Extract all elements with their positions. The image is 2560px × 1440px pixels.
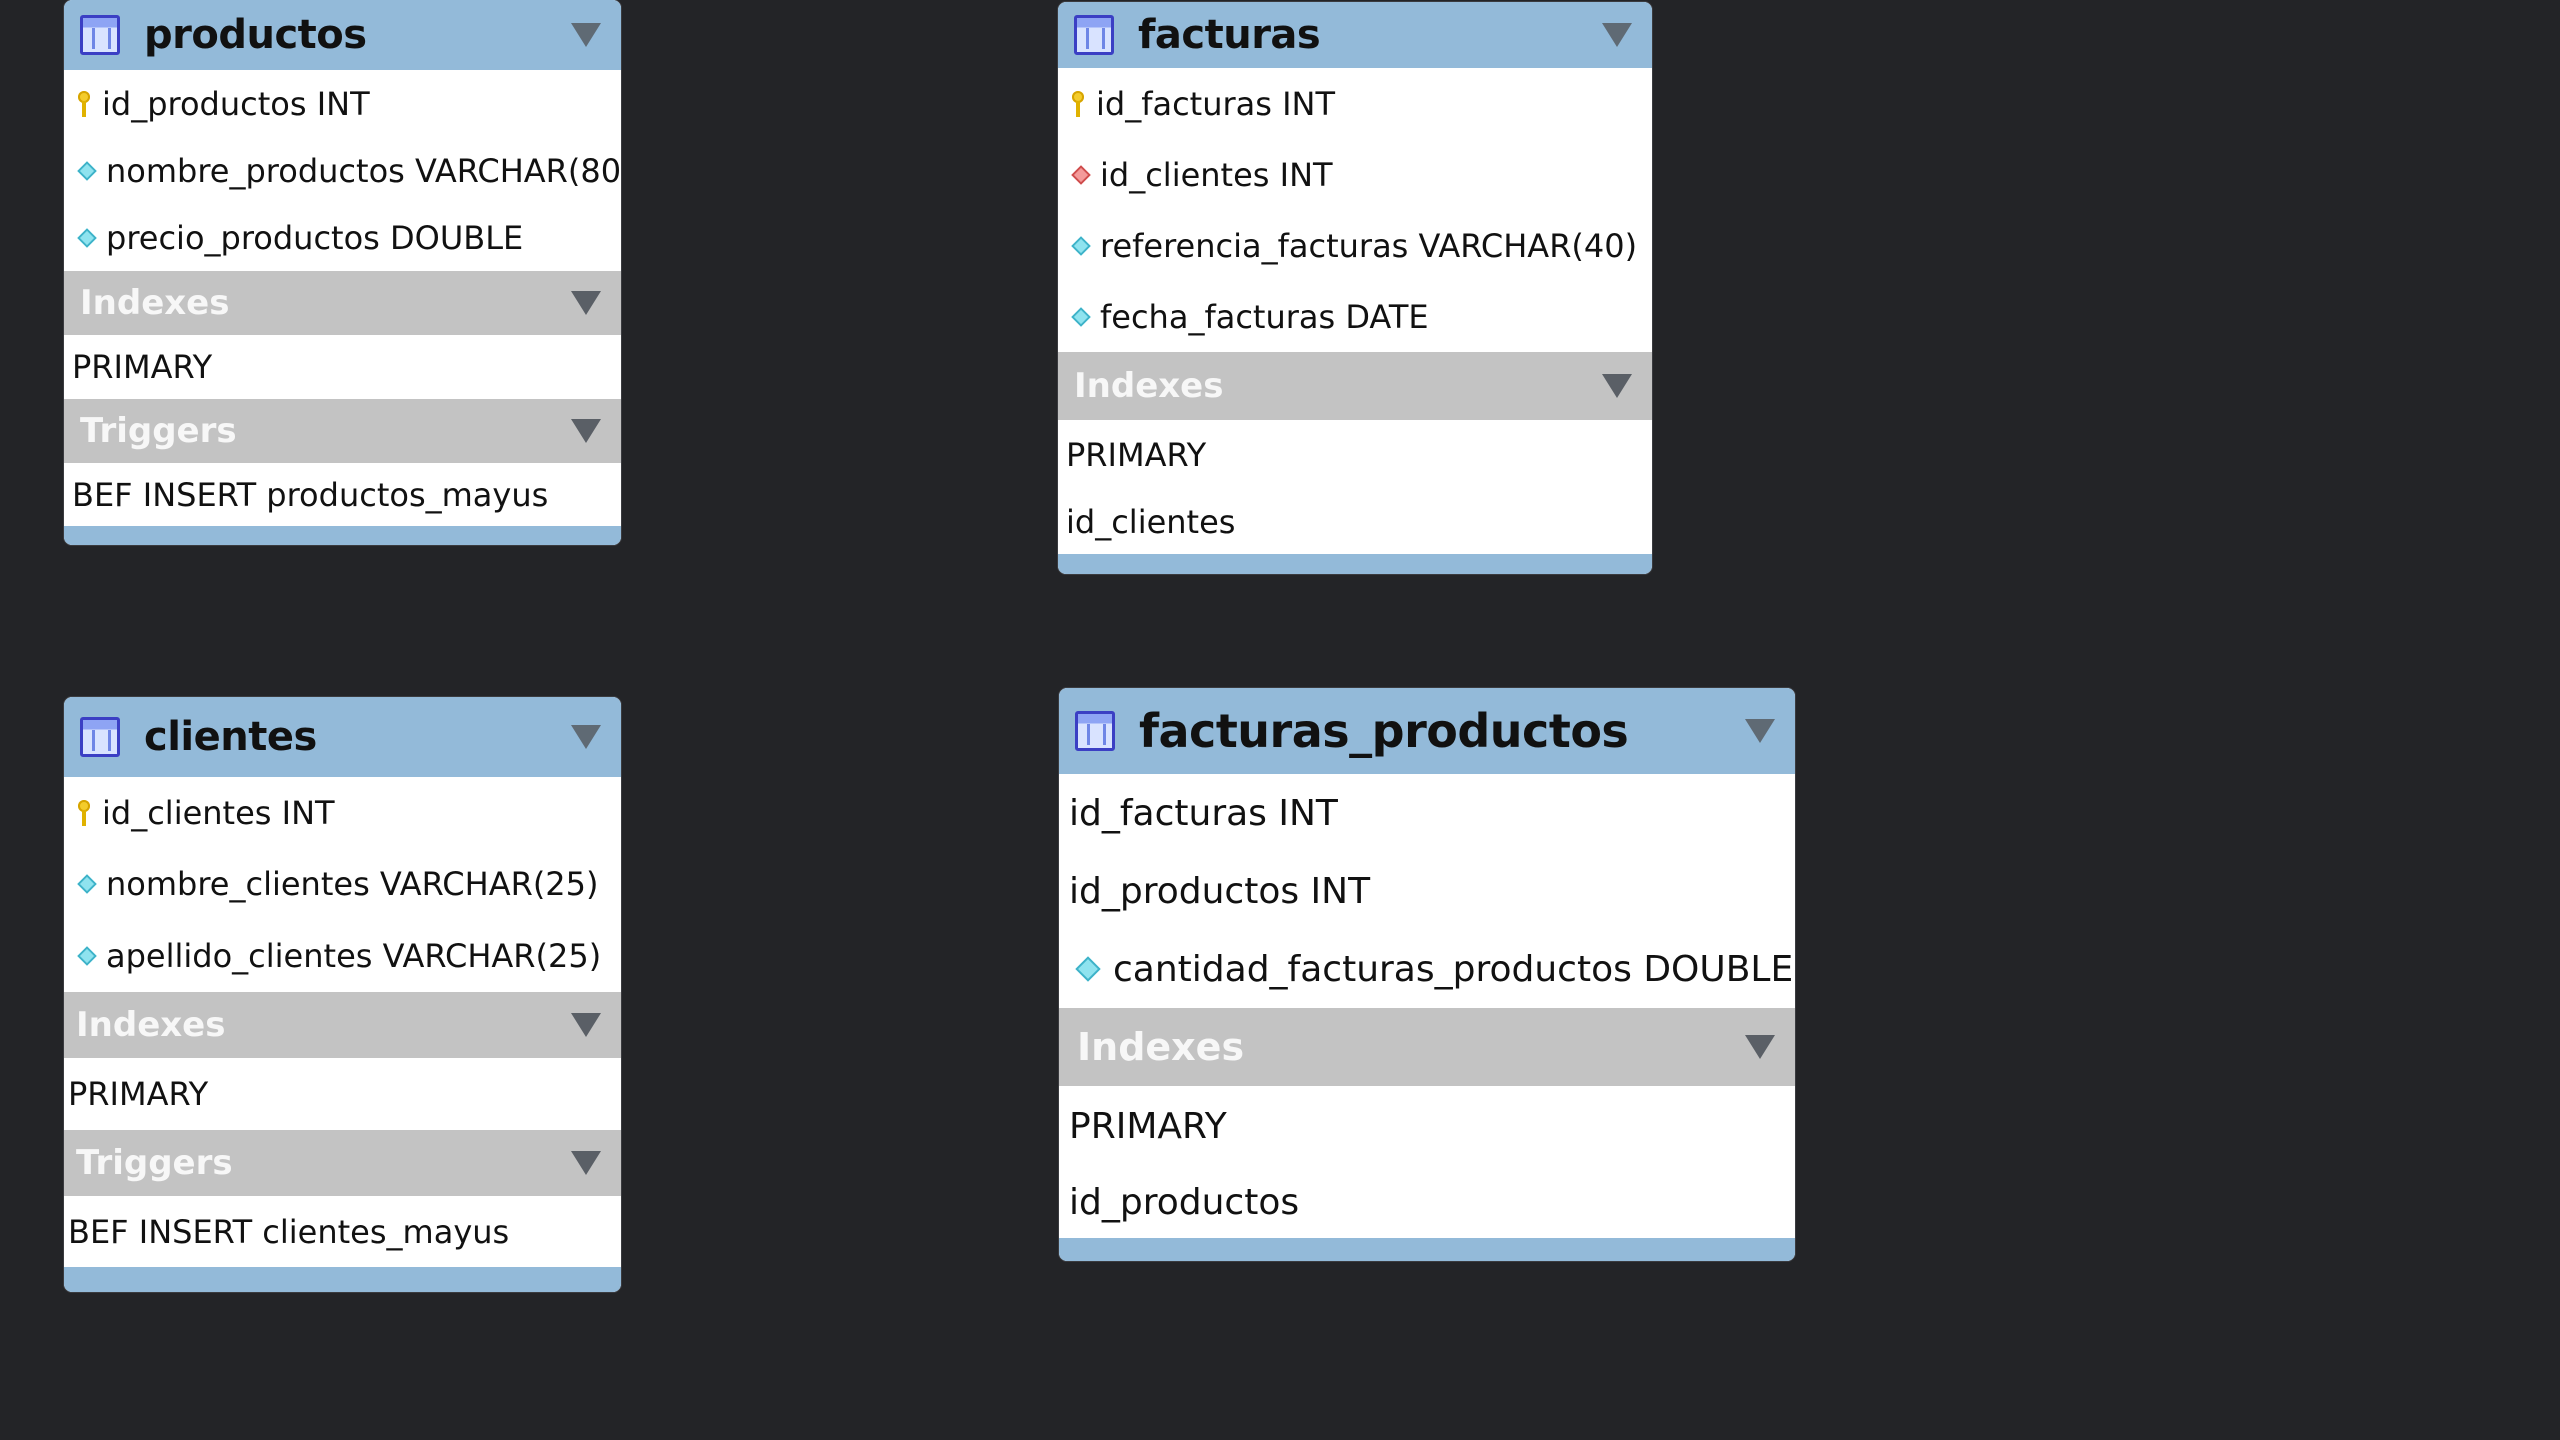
index-label: PRIMARY	[68, 1075, 209, 1113]
section-label: Indexes	[1077, 1025, 1245, 1069]
column-label: id_productos INT	[1069, 870, 1371, 912]
trigger-row[interactable]: BEF INSERT clientes_mayus	[64, 1196, 621, 1267]
column-row[interactable]: nombre_clientes VARCHAR(25)	[64, 848, 621, 920]
indexes-section-header[interactable]: Indexes	[1059, 1008, 1795, 1086]
column-label: id_clientes INT	[1100, 155, 1333, 194]
index-row[interactable]: PRIMARY	[1059, 1086, 1795, 1166]
column-row[interactable]: cantidad_facturas_productos DOUBLE	[1059, 930, 1795, 1008]
table-title: clientes	[144, 714, 317, 760]
index-label: id_clientes	[1066, 503, 1236, 541]
trigger-label: BEF INSERT clientes_mayus	[68, 1212, 510, 1251]
collapse-arrow-icon[interactable]	[1602, 23, 1632, 47]
table-productos[interactable]: productos id_productos INT nombre_produc…	[64, 0, 621, 545]
section-label: Indexes	[80, 283, 230, 323]
table-footer	[1058, 554, 1652, 574]
column-row[interactable]: id_facturas INT	[1059, 774, 1795, 852]
table-footer	[64, 1267, 621, 1292]
indexes-section-header[interactable]: Indexes	[64, 992, 621, 1058]
indexes-section-header[interactable]: Indexes	[64, 271, 621, 335]
collapse-arrow-icon[interactable]	[571, 419, 601, 443]
primary-key-icon	[78, 799, 90, 826]
column-label: fecha_facturas DATE	[1100, 297, 1429, 336]
index-label: PRIMARY	[1066, 436, 1207, 474]
triggers-section-header[interactable]: Triggers	[64, 399, 621, 463]
index-label: PRIMARY	[1069, 1105, 1227, 1147]
table-icon	[1074, 15, 1114, 55]
column-row[interactable]: id_facturas INT	[1058, 68, 1652, 139]
column-diamond-icon	[77, 227, 97, 248]
table-header[interactable]: facturas	[1058, 2, 1652, 68]
section-label: Triggers	[76, 1143, 233, 1183]
column-row[interactable]: id_productos INT	[1059, 852, 1795, 930]
collapse-arrow-icon[interactable]	[1745, 719, 1775, 743]
column-label: id_facturas INT	[1096, 84, 1336, 123]
trigger-label: BEF INSERT productos_mayus	[72, 475, 549, 514]
column-label: referencia_facturas VARCHAR(40)	[1100, 226, 1638, 265]
column-row[interactable]: nombre_productos VARCHAR(80)	[64, 137, 621, 204]
index-label: PRIMARY	[72, 348, 213, 386]
column-row[interactable]: id_clientes INT	[1058, 139, 1652, 210]
column-row[interactable]: apellido_clientes VARCHAR(25)	[64, 920, 621, 992]
table-icon	[80, 15, 120, 55]
column-label: id_productos INT	[102, 84, 370, 123]
column-diamond-icon	[1071, 235, 1091, 256]
index-row[interactable]: id_productos	[1059, 1166, 1795, 1238]
collapse-arrow-icon[interactable]	[571, 1151, 601, 1175]
table-icon	[80, 717, 120, 757]
column-diamond-icon	[77, 946, 97, 966]
column-label: id_clientes INT	[102, 793, 335, 832]
table-facturas-productos[interactable]: facturas_productos id_facturas INT id_pr…	[1059, 688, 1795, 1261]
table-title: facturas	[1138, 12, 1321, 58]
collapse-arrow-icon[interactable]	[1602, 374, 1632, 398]
index-row[interactable]: id_clientes	[1058, 490, 1652, 554]
section-label: Indexes	[1074, 366, 1224, 406]
column-row[interactable]: referencia_facturas VARCHAR(40)	[1058, 210, 1652, 281]
table-header[interactable]: productos	[64, 0, 621, 70]
collapse-arrow-icon[interactable]	[571, 725, 601, 749]
column-diamond-icon	[1071, 306, 1091, 327]
collapse-arrow-icon[interactable]	[571, 1013, 601, 1037]
table-title: productos	[144, 12, 367, 58]
column-row[interactable]: id_productos INT	[64, 70, 621, 137]
table-title: facturas_productos	[1139, 704, 1629, 758]
table-clientes[interactable]: clientes id_clientes INT nombre_clientes…	[64, 697, 621, 1292]
index-row[interactable]: PRIMARY	[64, 1058, 621, 1130]
section-label: Indexes	[76, 1005, 226, 1045]
index-label: id_productos	[1069, 1181, 1300, 1223]
table-footer	[64, 526, 621, 545]
column-row[interactable]: fecha_facturas DATE	[1058, 281, 1652, 352]
primary-key-icon	[78, 90, 90, 117]
triggers-section-header[interactable]: Triggers	[64, 1130, 621, 1196]
collapse-arrow-icon[interactable]	[1745, 1035, 1775, 1059]
column-label: cantidad_facturas_productos DOUBLE	[1113, 948, 1794, 990]
index-row[interactable]: PRIMARY	[64, 335, 621, 399]
column-label: precio_productos DOUBLE	[106, 218, 524, 257]
column-diamond-icon	[77, 874, 97, 894]
table-header[interactable]: facturas_productos	[1059, 688, 1795, 774]
column-label: nombre_clientes VARCHAR(25)	[106, 865, 599, 903]
table-facturas[interactable]: facturas id_facturas INT id_clientes INT…	[1058, 2, 1652, 574]
column-label: nombre_productos VARCHAR(80)	[106, 151, 621, 190]
column-row[interactable]: id_clientes INT	[64, 777, 621, 848]
foreign-key-diamond-icon	[1071, 164, 1091, 185]
column-label: apellido_clientes VARCHAR(25)	[106, 937, 602, 975]
table-header[interactable]: clientes	[64, 697, 621, 777]
section-label: Triggers	[80, 411, 237, 451]
column-label: id_facturas INT	[1069, 792, 1338, 834]
column-diamond-icon	[1075, 956, 1101, 982]
column-diamond-icon	[77, 160, 97, 181]
column-row[interactable]: precio_productos DOUBLE	[64, 204, 621, 271]
table-icon	[1075, 711, 1115, 751]
primary-key-icon	[1072, 90, 1084, 117]
table-footer	[1059, 1238, 1795, 1261]
indexes-section-header[interactable]: Indexes	[1058, 352, 1652, 420]
index-row[interactable]: PRIMARY	[1058, 420, 1652, 490]
collapse-arrow-icon[interactable]	[571, 23, 601, 47]
trigger-row[interactable]: BEF INSERT productos_mayus	[64, 463, 621, 526]
collapse-arrow-icon[interactable]	[571, 291, 601, 315]
